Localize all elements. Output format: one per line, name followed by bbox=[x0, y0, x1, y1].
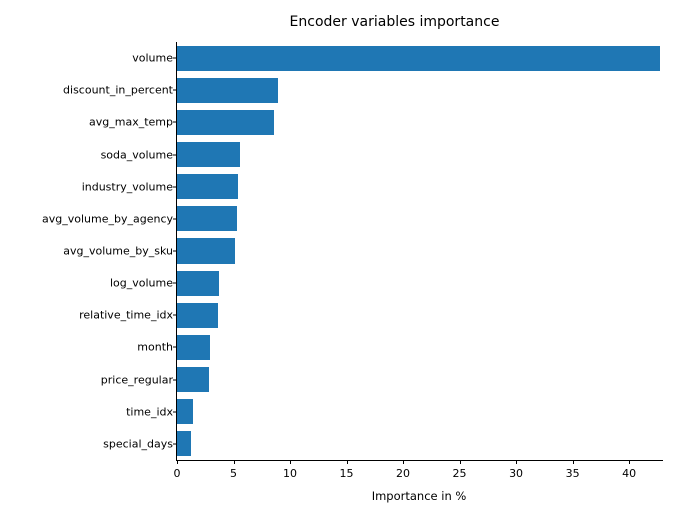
figure: Encoder variables importance 05101520253… bbox=[0, 0, 689, 515]
ytick-label: time_idx bbox=[126, 405, 173, 418]
xtick-label: 5 bbox=[230, 467, 237, 480]
bar bbox=[177, 142, 240, 167]
bar-row bbox=[177, 46, 660, 71]
bar bbox=[177, 78, 278, 103]
xtick-mark bbox=[403, 460, 404, 464]
ytick-mark bbox=[173, 347, 177, 348]
bar-row bbox=[177, 78, 278, 103]
ytick-mark bbox=[173, 90, 177, 91]
bar bbox=[177, 238, 235, 263]
bar-row bbox=[177, 238, 235, 263]
bar bbox=[177, 174, 238, 199]
xtick-mark bbox=[573, 460, 574, 464]
ytick-label: industry_volume bbox=[82, 180, 173, 193]
bar bbox=[177, 335, 210, 360]
xtick-label: 10 bbox=[283, 467, 297, 480]
ytick-label: avg_volume_by_sku bbox=[63, 245, 173, 258]
ytick-label: price_regular bbox=[101, 373, 173, 386]
ytick-mark bbox=[173, 283, 177, 284]
ytick-mark bbox=[173, 251, 177, 252]
xtick-mark bbox=[629, 460, 630, 464]
xtick-mark bbox=[347, 460, 348, 464]
ytick-label: avg_max_temp bbox=[89, 116, 173, 129]
ytick-label: discount_in_percent bbox=[63, 84, 173, 97]
bar-row bbox=[177, 303, 218, 328]
x-axis-label: Importance in % bbox=[176, 489, 662, 503]
ytick-label: month bbox=[137, 341, 173, 354]
bar bbox=[177, 431, 191, 456]
bar-row bbox=[177, 142, 240, 167]
ytick-mark bbox=[173, 411, 177, 412]
bar bbox=[177, 110, 274, 135]
ytick-mark bbox=[173, 122, 177, 123]
ytick-label: volume bbox=[132, 52, 173, 65]
ytick-mark bbox=[173, 58, 177, 59]
ytick-label: log_volume bbox=[110, 277, 173, 290]
xtick-label: 30 bbox=[509, 467, 523, 480]
bar bbox=[177, 399, 193, 424]
ytick-mark bbox=[173, 218, 177, 219]
xtick-mark bbox=[460, 460, 461, 464]
bar-row bbox=[177, 174, 238, 199]
bar bbox=[177, 303, 218, 328]
bar bbox=[177, 46, 660, 71]
axes: 0510152025303540 bbox=[176, 42, 663, 461]
xtick-label: 20 bbox=[396, 467, 410, 480]
xtick-label: 0 bbox=[174, 467, 181, 480]
bar-row bbox=[177, 431, 191, 456]
ytick-label: special_days bbox=[103, 437, 173, 450]
chart-title: Encoder variables importance bbox=[0, 14, 689, 30]
ytick-label: avg_volume_by_agency bbox=[42, 212, 173, 225]
xtick-label: 35 bbox=[566, 467, 580, 480]
xtick-mark bbox=[290, 460, 291, 464]
ytick-mark bbox=[173, 315, 177, 316]
bar-row bbox=[177, 367, 209, 392]
ytick-mark bbox=[173, 379, 177, 380]
ytick-label: soda_volume bbox=[101, 148, 173, 161]
xtick-mark bbox=[516, 460, 517, 464]
bar-row bbox=[177, 399, 193, 424]
bar-row bbox=[177, 335, 210, 360]
bar-row bbox=[177, 206, 237, 231]
bar-row bbox=[177, 110, 274, 135]
ytick-mark bbox=[173, 186, 177, 187]
bar-row bbox=[177, 271, 219, 296]
bar bbox=[177, 271, 219, 296]
xtick-label: 25 bbox=[453, 467, 467, 480]
ytick-label: relative_time_idx bbox=[79, 309, 173, 322]
ytick-mark bbox=[173, 154, 177, 155]
xtick-mark bbox=[177, 460, 178, 464]
xtick-mark bbox=[234, 460, 235, 464]
xtick-label: 40 bbox=[622, 467, 636, 480]
bar bbox=[177, 206, 237, 231]
xtick-label: 15 bbox=[340, 467, 354, 480]
bar bbox=[177, 367, 209, 392]
ytick-mark bbox=[173, 443, 177, 444]
